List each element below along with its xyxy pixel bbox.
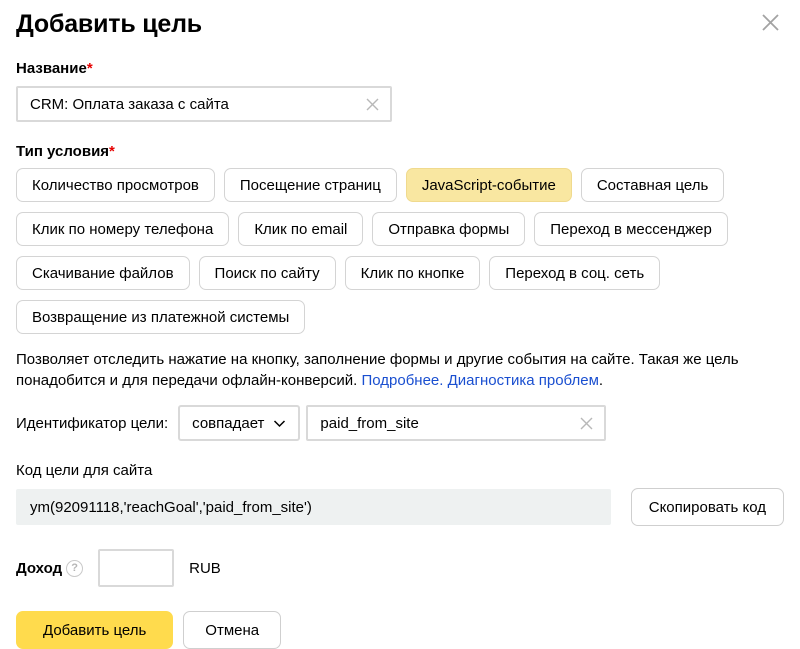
required-asterisk: * [87,60,93,77]
close-icon [760,12,781,36]
clear-name-icon[interactable] [365,97,380,112]
name-input[interactable] [30,96,365,113]
revenue-row: Доход ? RUB [16,549,784,587]
revenue-input[interactable] [98,549,174,587]
required-asterisk: * [109,143,115,160]
revenue-label: Доход [16,560,62,577]
currency-label: RUB [189,560,221,577]
goal-code-snippet: ym(92091118,'reachGoal','paid_from_site'… [16,489,611,525]
identifier-label: Идентификатор цели: [16,415,168,432]
chip-form-submit[interactable]: Отправка формы [372,212,525,246]
diagnostics-link[interactable]: Диагностика проблем [448,372,599,389]
name-label: Название* [16,60,784,77]
chip-payment-return[interactable]: Возвращение из платежной системы [16,300,305,334]
chevron-down-icon [273,415,286,432]
add-goal-dialog: Добавить цель Название* Тип условия* Кол… [0,0,800,634]
goal-code-label: Код цели для сайта [16,462,784,479]
chip-pageview-count[interactable]: Количество просмотров [16,168,215,202]
chip-composite-goal[interactable]: Составная цель [581,168,724,202]
chip-page-visit[interactable]: Посещение страниц [224,168,397,202]
identifier-operator-select[interactable]: совпадает [178,405,300,441]
identifier-row: Идентификатор цели: совпадает [16,405,784,441]
help-icon[interactable]: ? [66,560,83,577]
identifier-input[interactable] [320,415,579,432]
chip-file-download[interactable]: Скачивание файлов [16,256,190,290]
identifier-input-wrap [306,405,606,441]
chip-phone-click[interactable]: Клик по номеру телефона [16,212,229,246]
chip-row-2: Клик по номеру телефона Клик по email От… [16,212,784,246]
chip-row-4: Возвращение из платежной системы [16,300,784,334]
chip-row-1: Количество просмотров Посещение страниц … [16,168,784,202]
condition-type-chips: Количество просмотров Посещение страниц … [16,168,784,334]
condition-type-label: Тип условия* [16,143,784,160]
goal-code-row: ym(92091118,'reachGoal','paid_from_site'… [16,488,784,526]
chip-javascript-event[interactable]: JavaScript-событие [406,168,572,202]
clear-identifier-icon[interactable] [579,416,594,431]
chip-messenger[interactable]: Переход в мессенджер [534,212,728,246]
chip-site-search[interactable]: Поиск по сайту [199,256,336,290]
more-link[interactable]: Подробнее. [361,372,443,389]
chip-email-click[interactable]: Клик по email [238,212,363,246]
name-input-wrap [16,86,392,122]
add-goal-button[interactable]: Добавить цель [16,611,173,649]
operator-value: совпадает [192,415,264,432]
condition-description: Позволяет отследить нажатие на кнопку, з… [16,349,778,391]
chip-button-click[interactable]: Клик по кнопке [345,256,481,290]
chip-row-3: Скачивание файлов Поиск по сайту Клик по… [16,256,784,290]
copy-code-button[interactable]: Скопировать код [631,488,784,526]
dialog-footer: Добавить цель Отмена [16,611,784,649]
close-button[interactable] [758,12,782,36]
dialog-title: Добавить цель [16,10,784,39]
trailing-period: . [599,372,603,389]
chip-social-network[interactable]: Переход в соц. сеть [489,256,660,290]
cancel-button[interactable]: Отмена [183,611,281,649]
